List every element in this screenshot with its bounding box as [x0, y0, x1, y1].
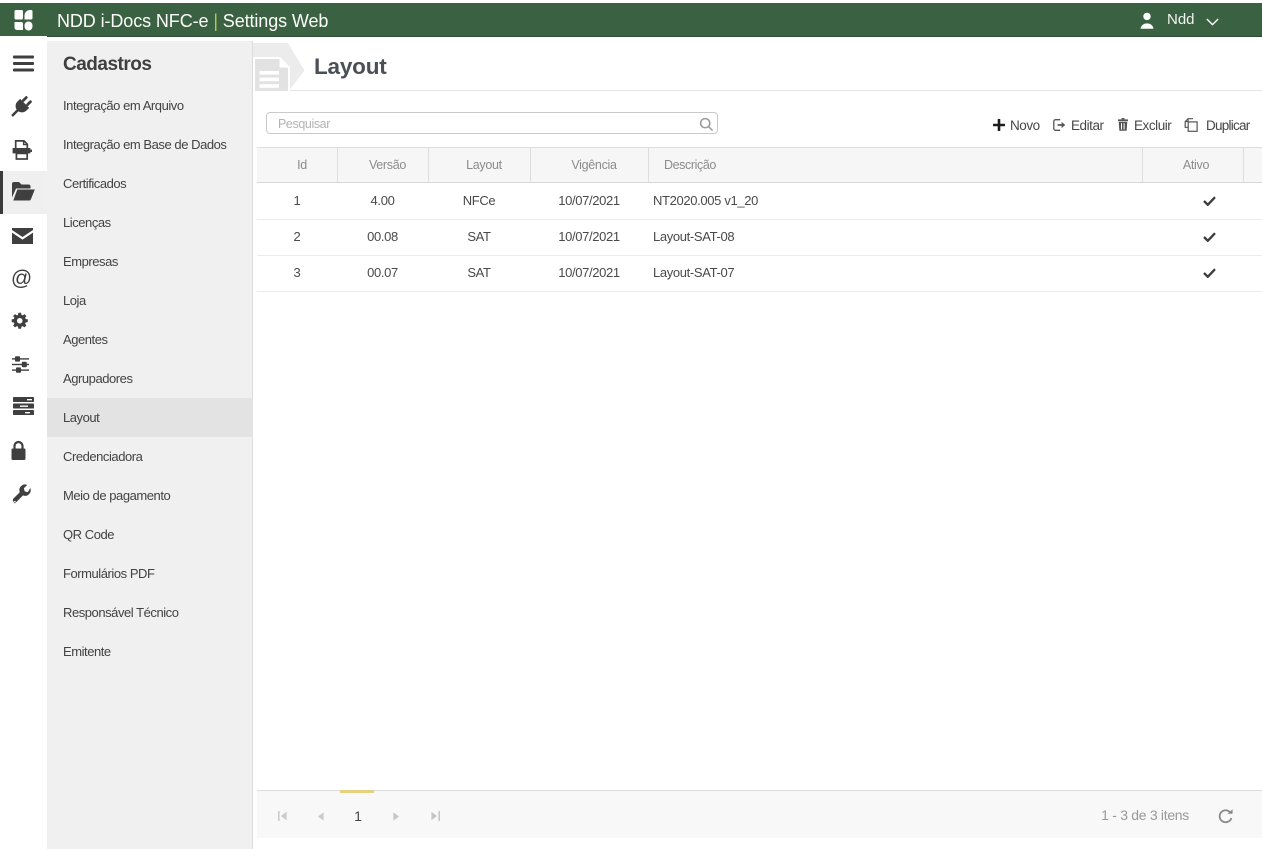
svg-text:@: @ — [12, 268, 32, 288]
